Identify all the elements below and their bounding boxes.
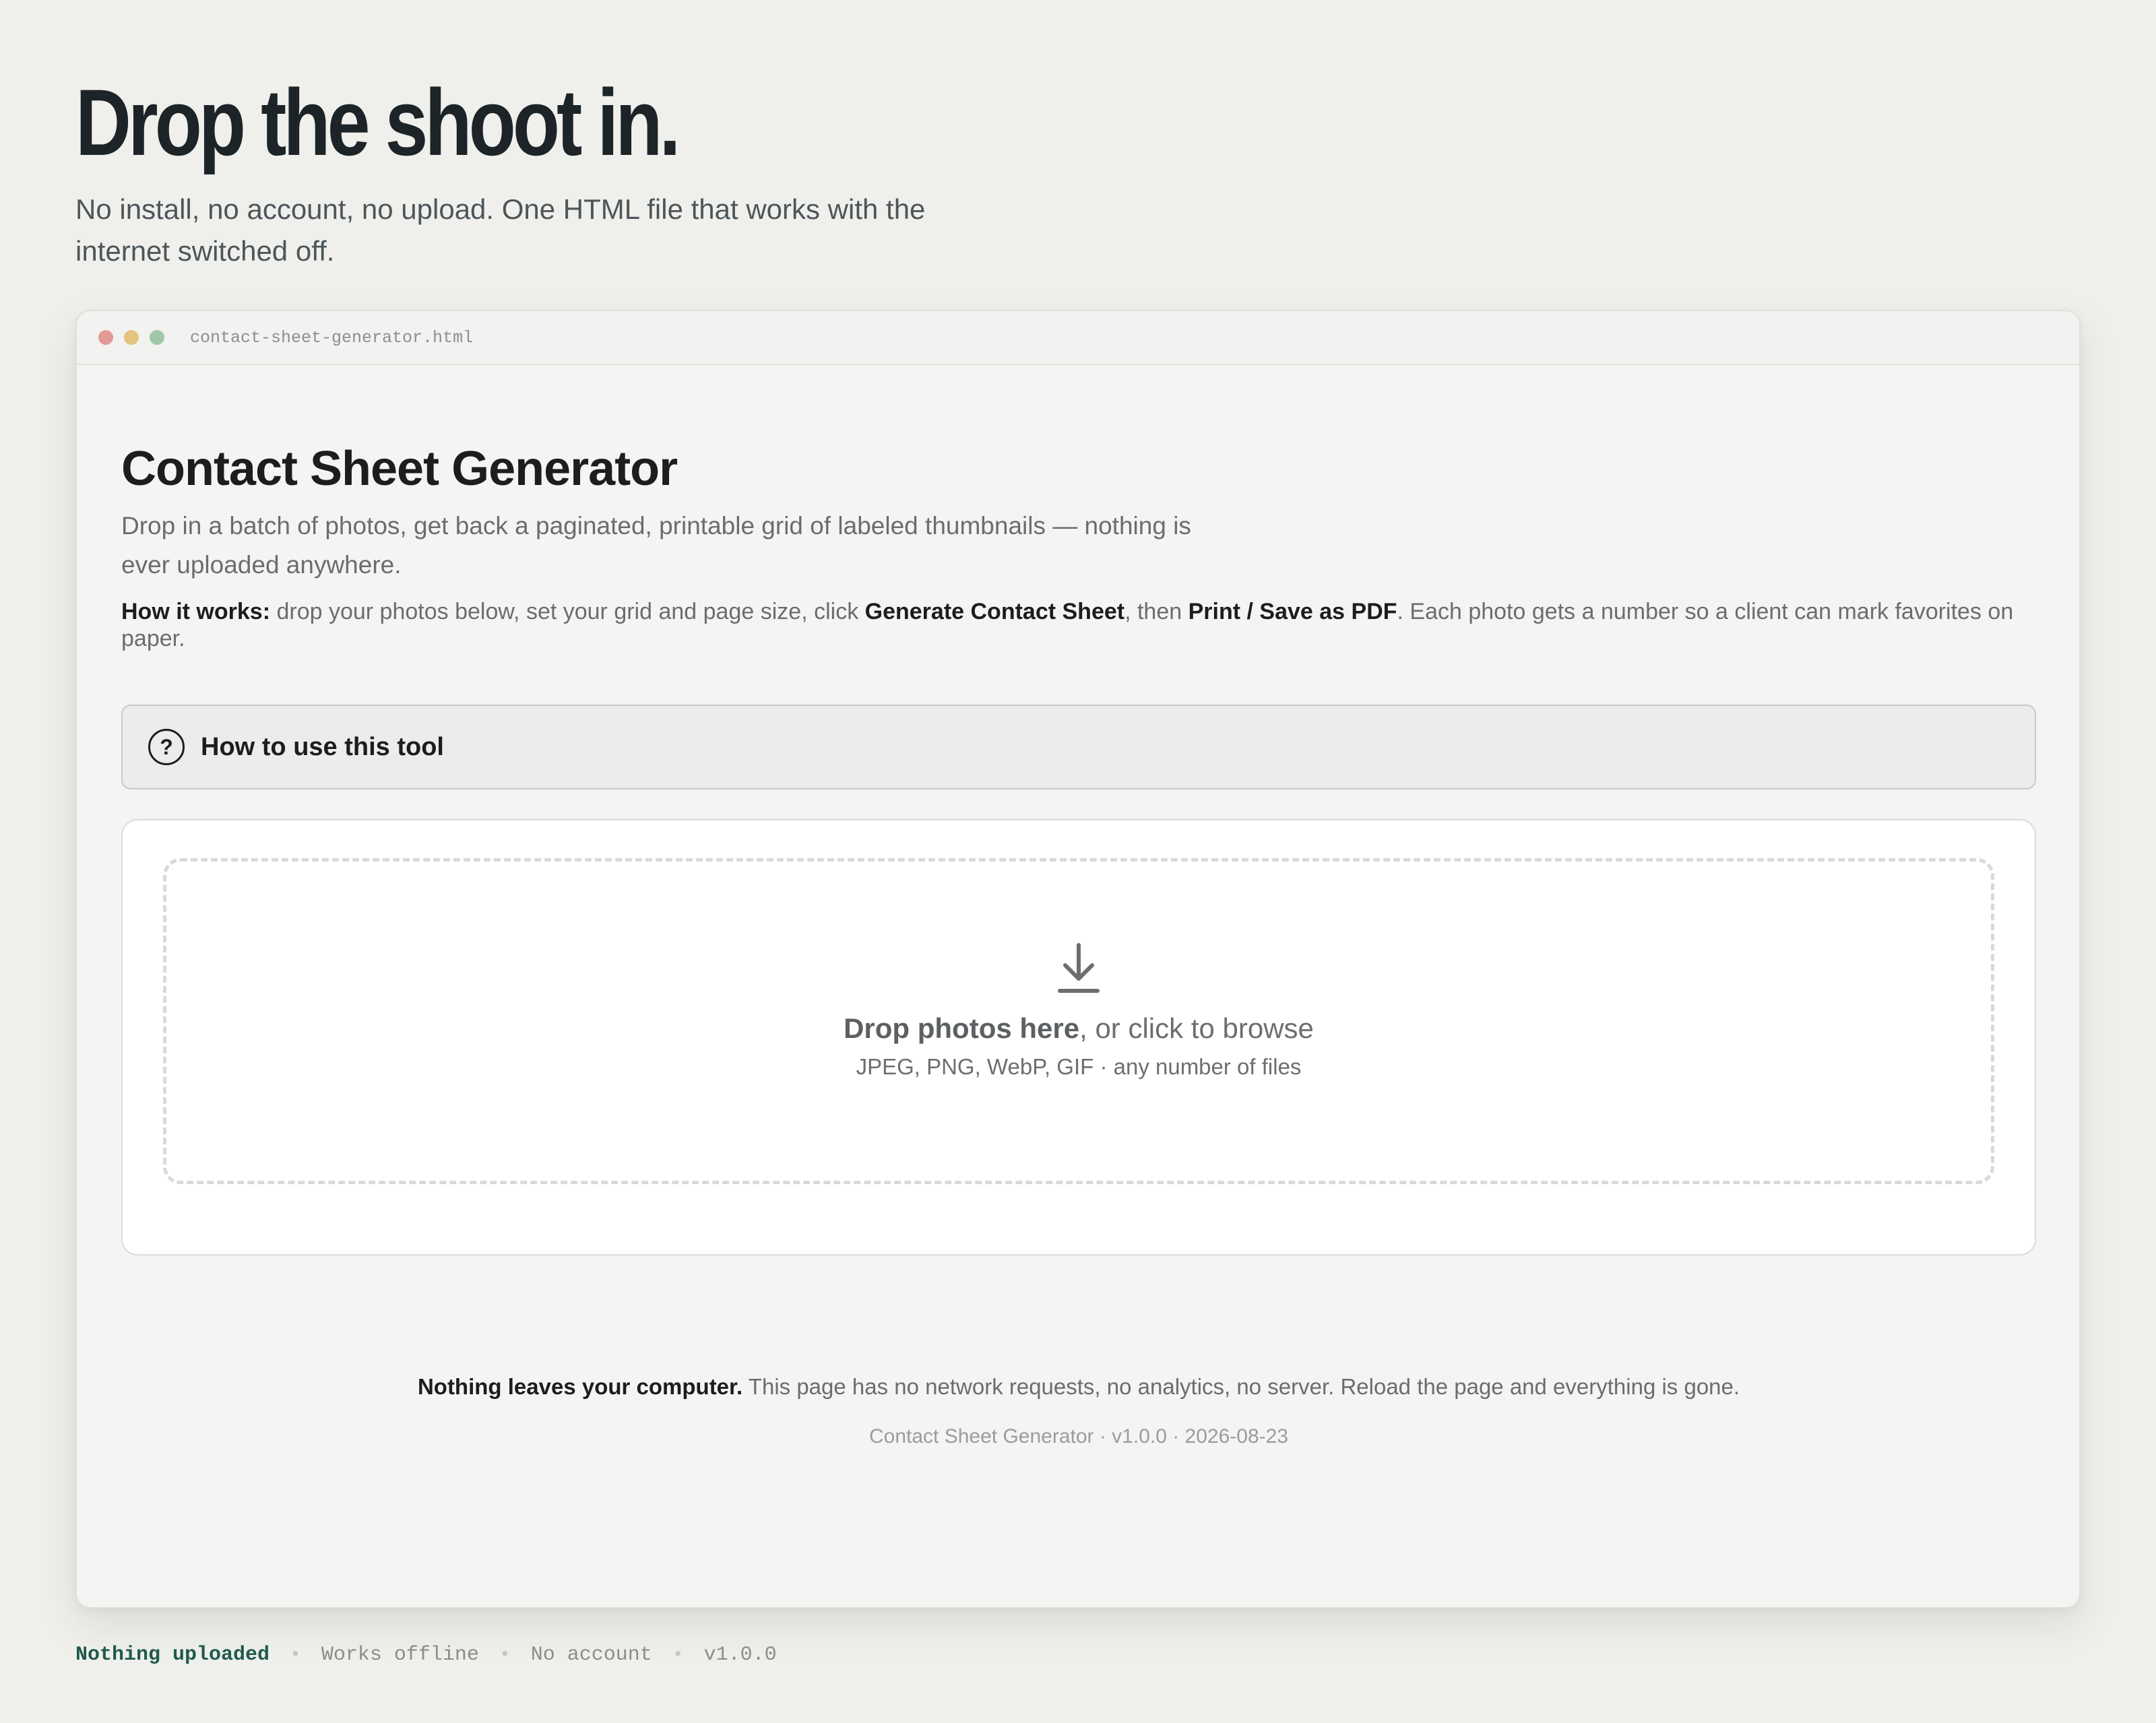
how-it-works-label: How it works: <box>121 599 271 624</box>
status-separator: • <box>290 1644 301 1666</box>
status-version: v1.0.0 <box>703 1644 777 1666</box>
status-nothing-uploaded: Nothing uploaded <box>75 1644 270 1666</box>
print-label: Print / Save as PDF <box>1188 599 1397 624</box>
app-window: contact-sheet-generator.html Contact She… <box>75 310 2081 1608</box>
status-no-account: No account <box>530 1644 652 1666</box>
close-window-dot[interactable] <box>98 330 113 345</box>
drop-zone-prompt-rest: , or click to browse <box>1079 1012 1314 1044</box>
app-lead: Drop in a batch of photos, get back a pa… <box>121 512 1191 579</box>
status-separator: • <box>672 1644 684 1666</box>
download-arrow-icon <box>1058 943 1100 993</box>
hero-subtitle: No install, no account, no upload. One H… <box>75 193 926 267</box>
privacy-note: Nothing leaves your computer. This page … <box>121 1374 2036 1400</box>
help-icon: ? <box>148 729 185 765</box>
app-version-line: Contact Sheet Generator · v1.0.0 · 2026-… <box>868 1425 1289 1448</box>
generate-label: Generate Contact Sheet <box>864 599 1125 624</box>
status-works-offline: Works offline <box>321 1644 479 1666</box>
app-title: Contact Sheet Generator <box>121 442 678 496</box>
drop-zone-prompt-bold: Drop photos here <box>844 1012 1080 1044</box>
how-it-works-text-1: drop your photos below, set your grid an… <box>270 599 865 624</box>
upload-card: Drop photos here, or click to browse JPE… <box>121 819 2036 1256</box>
privacy-note-bold: Nothing leaves your computer. <box>417 1374 743 1399</box>
hero-title: Drop the shoot in. <box>75 69 680 175</box>
how-to-use-toggle[interactable]: ? How to use this tool <box>121 705 2036 789</box>
status-separator: • <box>499 1644 511 1666</box>
drop-zone-prompt: Drop photos here, or click to browse <box>844 1012 1314 1045</box>
drop-zone-formats: JPEG, PNG, WebP, GIF · any number of fil… <box>856 1054 1302 1079</box>
how-it-works: How it works: drop your photos below, se… <box>121 598 2036 652</box>
how-to-use-label: How to use this tool <box>201 732 444 761</box>
photo-drop-zone[interactable]: Drop photos here, or click to browse JPE… <box>163 858 1994 1184</box>
minimize-window-dot[interactable] <box>124 330 139 345</box>
app-content: Contact Sheet Generator Drop in a batch … <box>121 365 2036 1448</box>
status-strip: Nothing uploaded • Works offline • No ac… <box>75 1644 777 1666</box>
hero: Drop the shoot in. No install, no accoun… <box>75 75 978 272</box>
window-titlebar: contact-sheet-generator.html <box>77 311 2079 365</box>
window-file-name: contact-sheet-generator.html <box>190 327 474 348</box>
how-it-works-text-2: , then <box>1124 599 1188 624</box>
privacy-note-rest: This page has no network requests, no an… <box>742 1374 1740 1399</box>
maximize-window-dot[interactable] <box>150 330 164 345</box>
